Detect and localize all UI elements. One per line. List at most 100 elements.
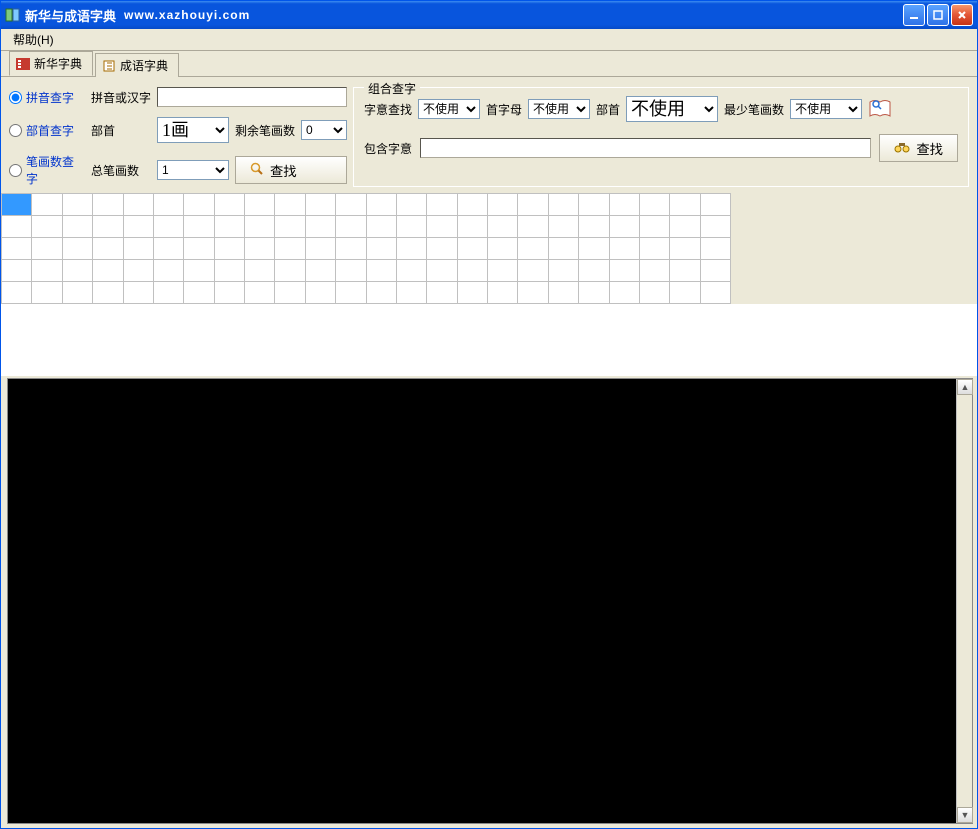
grid-cell[interactable]: [700, 194, 730, 216]
grid-cell[interactable]: [275, 194, 305, 216]
grid-cell[interactable]: [427, 238, 457, 260]
grid-cell[interactable]: [609, 194, 639, 216]
grid-cell[interactable]: [639, 282, 669, 304]
grid-cell[interactable]: [275, 282, 305, 304]
grid-cell[interactable]: [305, 238, 335, 260]
grid-cell[interactable]: [184, 282, 214, 304]
grid-cell[interactable]: [670, 282, 700, 304]
grid-cell[interactable]: [457, 282, 487, 304]
grid-cell[interactable]: [609, 238, 639, 260]
grid-cell[interactable]: [518, 282, 548, 304]
contain-meaning-input[interactable]: [420, 138, 871, 158]
grid-cell[interactable]: [245, 260, 275, 282]
grid-cell[interactable]: [62, 238, 92, 260]
grid-cell[interactable]: [305, 260, 335, 282]
grid-cell[interactable]: [93, 216, 123, 238]
grid-cell[interactable]: [62, 260, 92, 282]
grid-cell[interactable]: [488, 216, 518, 238]
grid-cell[interactable]: [153, 238, 183, 260]
grid-cell[interactable]: [336, 260, 366, 282]
grid-cell[interactable]: [579, 194, 609, 216]
grid-cell[interactable]: [396, 194, 426, 216]
grid-cell[interactable]: [2, 260, 32, 282]
grid-cell[interactable]: [457, 260, 487, 282]
grid-cell[interactable]: [32, 282, 62, 304]
grid-cell[interactable]: [184, 238, 214, 260]
min-strokes-select[interactable]: 不使用: [790, 99, 862, 119]
grid-cell[interactable]: [700, 238, 730, 260]
grid-cell[interactable]: [93, 194, 123, 216]
grid-cell[interactable]: [62, 282, 92, 304]
initial-select[interactable]: 不使用: [528, 99, 590, 119]
grid-cell[interactable]: [639, 194, 669, 216]
grid-cell[interactable]: [153, 216, 183, 238]
grid-cell[interactable]: [123, 216, 153, 238]
grid-cell[interactable]: [670, 260, 700, 282]
grid-cell[interactable]: [336, 238, 366, 260]
grid-cell[interactable]: [427, 194, 457, 216]
grid-cell[interactable]: [518, 260, 548, 282]
grid-cell[interactable]: [366, 260, 396, 282]
grid-cell[interactable]: [2, 282, 32, 304]
grid-cell[interactable]: [366, 194, 396, 216]
grid-cell[interactable]: [639, 238, 669, 260]
grid-cell[interactable]: [275, 238, 305, 260]
grid-cell[interactable]: [366, 282, 396, 304]
grid-cell[interactable]: [32, 238, 62, 260]
remain-strokes-select[interactable]: 0: [301, 120, 347, 140]
tab-chengyu[interactable]: 成语字典: [95, 53, 179, 77]
grid-cell[interactable]: [184, 216, 214, 238]
grid-cell[interactable]: [305, 194, 335, 216]
grid-cell[interactable]: [214, 260, 244, 282]
grid-cell[interactable]: [336, 282, 366, 304]
radio-pinyin[interactable]: 拼音查字: [9, 89, 85, 106]
grid-cell[interactable]: [639, 216, 669, 238]
grid-cell[interactable]: [366, 238, 396, 260]
grid-cell[interactable]: [123, 282, 153, 304]
grid-cell[interactable]: [488, 238, 518, 260]
grid-cell[interactable]: [62, 194, 92, 216]
grid-cell[interactable]: [548, 282, 578, 304]
grid-cell[interactable]: [336, 216, 366, 238]
grid-cell[interactable]: [396, 238, 426, 260]
grid-cell[interactable]: [32, 260, 62, 282]
pinyin-input[interactable]: [157, 87, 347, 107]
grid-cell[interactable]: [214, 282, 244, 304]
basic-search-button[interactable]: 查找: [235, 156, 347, 184]
scroll-down-button[interactable]: ▼: [957, 807, 973, 823]
scroll-track[interactable]: [957, 395, 972, 807]
minimize-button[interactable]: [903, 4, 925, 26]
grid-cell[interactable]: [548, 238, 578, 260]
grid-cell[interactable]: [488, 194, 518, 216]
grid-cell[interactable]: [488, 260, 518, 282]
grid-cell[interactable]: [518, 216, 548, 238]
grid-cell[interactable]: [396, 260, 426, 282]
grid-cell[interactable]: [305, 282, 335, 304]
grid-cell[interactable]: [457, 194, 487, 216]
radio-radical-label[interactable]: 部首查字: [26, 122, 74, 139]
combined-search-button[interactable]: 查找: [879, 134, 958, 162]
grid-cell[interactable]: [518, 194, 548, 216]
grid-cell[interactable]: [548, 260, 578, 282]
grid-cell[interactable]: [457, 238, 487, 260]
grid-cell[interactable]: [214, 216, 244, 238]
grid-cell[interactable]: [670, 238, 700, 260]
grid-cell[interactable]: [427, 260, 457, 282]
grid-cell[interactable]: [32, 216, 62, 238]
grid-cell[interactable]: [153, 260, 183, 282]
grid-cell[interactable]: [700, 216, 730, 238]
grid-cell[interactable]: [2, 216, 32, 238]
grid-cell[interactable]: [123, 194, 153, 216]
grid-cell[interactable]: [214, 194, 244, 216]
grid-cell[interactable]: [245, 194, 275, 216]
grid-cell[interactable]: [548, 194, 578, 216]
close-button[interactable]: [951, 4, 973, 26]
grid-cell[interactable]: [609, 216, 639, 238]
radio-strokes-label[interactable]: 笔画数查字: [26, 153, 85, 187]
grid-cell[interactable]: [396, 282, 426, 304]
grid-cell[interactable]: [2, 194, 32, 216]
grid-cell[interactable]: [245, 216, 275, 238]
grid-cell[interactable]: [427, 216, 457, 238]
radio-strokes[interactable]: 笔画数查字: [9, 153, 85, 187]
radio-pinyin-label[interactable]: 拼音查字: [26, 89, 74, 106]
